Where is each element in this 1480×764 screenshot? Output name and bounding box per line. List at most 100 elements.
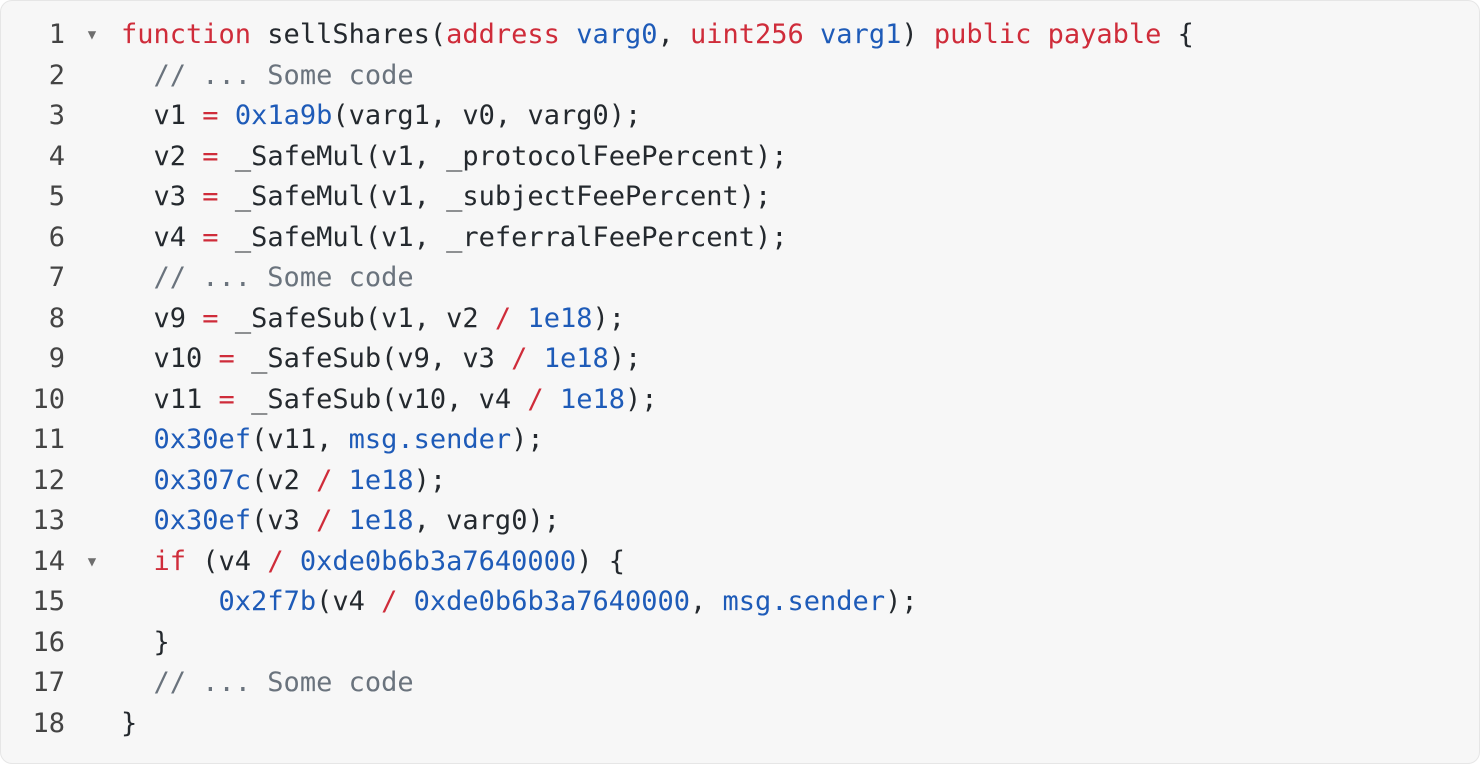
- line-code: // ... Some code: [121, 258, 414, 299]
- code-line: 4 v2 = _SafeMul(v1, _protocolFeePercent)…: [1, 137, 1479, 178]
- code-token-plain: ,: [657, 19, 690, 50]
- code-token-number: 1e18: [559, 383, 625, 415]
- code-token-operator: /: [511, 343, 528, 374]
- line-number: 11: [32, 424, 65, 455]
- code-line: 2 // ... Some code: [1, 56, 1479, 97]
- code-block: 1 ▼ function sellShares(address varg0, uin…: [0, 0, 1480, 764]
- line-code: 0x30ef(v3 / 1e18, varg0);: [121, 501, 560, 542]
- code-line: 13 0x30ef(v3 / 1e18, varg0);: [1, 501, 1479, 542]
- code-token-operator: /: [494, 302, 512, 334]
- line-code: }: [121, 704, 137, 745]
- code-token-plain: }: [121, 707, 138, 739]
- code-token-plain: );: [592, 302, 625, 334]
- code-token-indent: [121, 262, 154, 293]
- code-token-plain: ,: [690, 586, 723, 617]
- code-token-keyword: uint256: [689, 19, 804, 50]
- code-token-operator: =: [202, 181, 219, 212]
- code-token-indent: [121, 465, 154, 496]
- code-token-comment: // ... Some code: [153, 59, 414, 91]
- code-token-operator: =: [202, 100, 219, 131]
- code-token-plain: _SafeMul(v1, _protocolFeePercent);: [218, 140, 788, 172]
- code-token-plain: }: [153, 626, 170, 658]
- code-token-indent: [121, 60, 154, 91]
- code-token-number: 0x30ef: [153, 424, 252, 455]
- code-token-operator: =: [218, 343, 235, 374]
- code-token-plain: _SafeMul(v1, _subjectFeePercent);: [218, 181, 772, 212]
- line-number: 7: [48, 262, 65, 293]
- line-code: 0x2f7b(v4 / 0xde0b6b3a7640000, msg.sende…: [121, 582, 918, 623]
- code-token-indent: [121, 100, 154, 131]
- code-token-number: 0x1a9b: [234, 100, 333, 131]
- line-number: 14: [32, 545, 65, 577]
- code-token-plain: (v2: [251, 464, 317, 496]
- code-line: 3 v1 = 0x1a9b(varg1, v0, varg0);: [1, 96, 1479, 137]
- line-code: 0x307c(v2 / 1e18);: [121, 461, 447, 502]
- line-code: }: [121, 623, 170, 664]
- code-line: 9 v10 = _SafeSub(v9, v3 / 1e18);: [1, 339, 1479, 380]
- code-token-plain: , varg0);: [413, 505, 560, 536]
- line-number: 16: [32, 626, 65, 658]
- line-code: v3 = _SafeMul(v1, _subjectFeePercent);: [121, 177, 772, 218]
- code-token-number: 1e18: [543, 343, 609, 374]
- line-number: 6: [48, 221, 65, 253]
- code-token-plain: _SafeSub(v10, v4: [234, 383, 528, 415]
- code-token-number: 0xde0b6b3a7640000: [413, 586, 690, 617]
- line-number: 1: [48, 19, 65, 50]
- line-number: 3: [48, 100, 65, 131]
- code-token-number: 1e18: [348, 505, 414, 536]
- line-number: 9: [48, 343, 65, 374]
- line-code: 0x30ef(v11, msg.sender);: [121, 420, 544, 461]
- code-token-plain: _SafeSub(v1, v2: [218, 302, 495, 334]
- line-number: 17: [32, 667, 65, 698]
- code-token-plain: v3: [153, 181, 203, 212]
- code-token-plain: sellShares(: [251, 19, 447, 50]
- code-token-keyword: public payable: [933, 19, 1162, 50]
- code-token-keyword: function: [121, 19, 252, 50]
- code-token-indent: [121, 627, 154, 658]
- code-token-indent: [121, 505, 154, 536]
- line-number: 12: [32, 464, 65, 496]
- line-code: // ... Some code: [121, 56, 414, 97]
- code-line: 14 ▼ if (v4 / 0xde0b6b3a7640000) {: [1, 542, 1479, 583]
- triangle-down-icon[interactable]: ▼: [83, 542, 101, 583]
- code-token-plain: );: [413, 464, 447, 496]
- code-line: 18}: [1, 704, 1479, 745]
- code-token-plain: );: [885, 586, 918, 617]
- triangle-down-icon[interactable]: ▼: [83, 15, 101, 56]
- line-code: // ... Some code: [121, 663, 414, 704]
- code-token-operator: /: [316, 464, 333, 496]
- code-token-builtin: msg.sender: [348, 424, 512, 455]
- code-token-indent: [121, 586, 219, 617]
- code-line: 6 v4 = _SafeMul(v1, _referralFeePercent)…: [1, 218, 1479, 259]
- code-line: 10 v11 = _SafeSub(v10, v4 / 1e18);: [1, 380, 1479, 421]
- code-token-plain: );: [608, 343, 642, 374]
- code-token-plain: _SafeMul(v1, _referralFeePercent);: [218, 221, 788, 253]
- code-token-plain: v1: [153, 100, 203, 131]
- line-number: 8: [48, 302, 65, 334]
- line-code: if (v4 / 0xde0b6b3a7640000) {: [121, 542, 625, 583]
- code-line: 12 0x307c(v2 / 1e18);: [1, 461, 1479, 502]
- code-token-number: varg1: [820, 19, 902, 50]
- code-token-plain: (v11,: [251, 424, 349, 455]
- line-number: 2: [48, 59, 65, 91]
- code-token-plain: v10: [153, 343, 219, 374]
- line-code: v9 = _SafeSub(v1, v2 / 1e18);: [121, 299, 625, 340]
- code-token-number: 0x30ef: [153, 505, 252, 536]
- code-token-number: varg0: [576, 19, 658, 50]
- line-code: function sellShares(address varg0, uint2…: [121, 15, 1194, 56]
- code-token-plain: (v4: [186, 545, 268, 577]
- line-code: v2 = _SafeMul(v1, _protocolFeePercent);: [121, 137, 788, 178]
- code-token-indent: [121, 181, 154, 212]
- code-line: 16 }: [1, 623, 1479, 664]
- code-token-builtin: msg.sender: [722, 586, 886, 617]
- code-token-indent: [121, 667, 154, 698]
- code-token-indent: [121, 141, 154, 172]
- code-line: 5 v3 = _SafeMul(v1, _subjectFeePercent);: [1, 177, 1479, 218]
- code-token-plain: ) {: [576, 545, 625, 577]
- code-token-plain: );: [624, 383, 658, 415]
